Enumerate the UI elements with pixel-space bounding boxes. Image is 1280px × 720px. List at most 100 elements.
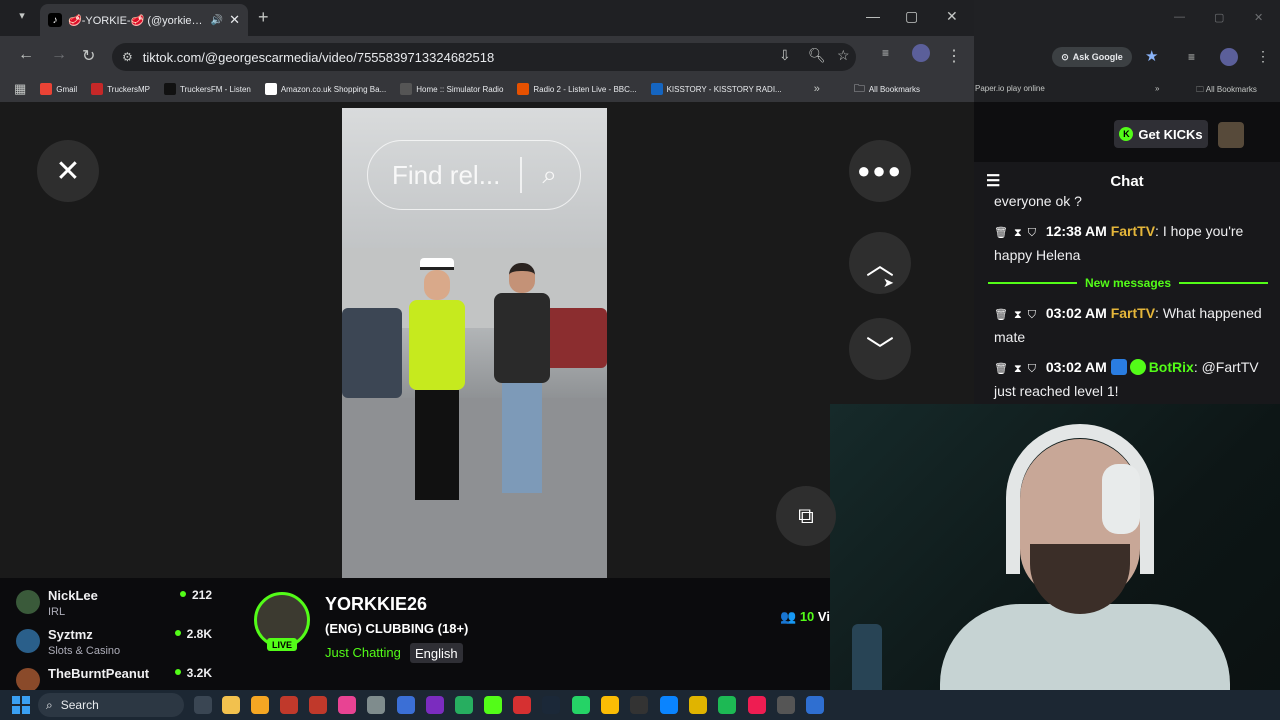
delete-icon[interactable]: 🗑 <box>994 363 1008 375</box>
bookmark-radio2[interactable]: Radio 2 - Listen Live - BBC... <box>517 83 637 95</box>
ban-icon[interactable]: ⛉ <box>1028 363 1036 375</box>
sidebar-channel[interactable]: Syztmz Slots & Casino 2.8K <box>16 627 216 665</box>
app-icon[interactable] <box>280 696 298 714</box>
sidebar-channel[interactable]: NickLee IRL 212 <box>16 588 216 626</box>
app-icon[interactable] <box>630 696 648 714</box>
site-info-icon[interactable]: ⚙ <box>122 50 133 64</box>
amazon-icon <box>264 83 277 95</box>
chat-message: 🗑 ⧗ ⛉ 03:02 AM FartTV: What happened mate <box>994 305 1262 345</box>
app-icon[interactable] <box>689 696 707 714</box>
next-video-button[interactable]: ﹀ <box>849 318 911 380</box>
message-username[interactable]: BotRix <box>1149 359 1194 375</box>
channel-title-name[interactable]: YORKKIE26 <box>325 594 427 615</box>
close-window-icon[interactable]: ✕ <box>946 8 958 25</box>
sidebar-channel[interactable]: TheBurntPeanut 3.2K <box>16 666 216 690</box>
app-icon[interactable] <box>309 696 327 714</box>
tiktok-icon[interactable] <box>748 696 766 714</box>
bookmark-gmail[interactable]: Gmail <box>40 83 77 95</box>
more-options-button[interactable]: ●●● <box>849 140 911 202</box>
browser-menu-icon[interactable]: ⋮ <box>946 46 962 66</box>
tab-strip: ▾ ♪ 🥩-YORKIE-🥩 (@yorkie32340) | TikTok 🔊… <box>0 0 974 36</box>
delete-icon[interactable]: 🗑 <box>994 227 1008 239</box>
apps-grid-icon[interactable]: ▦ <box>14 81 26 97</box>
install-app-icon[interactable]: ⇩ <box>779 47 791 64</box>
channel-avatar <box>16 590 40 614</box>
bookmark-amazon[interactable]: Amazon.co.uk Shopping Ba... <box>264 83 386 95</box>
bg-bookmark-star-icon[interactable]: ★ <box>1145 47 1158 65</box>
tab-close-icon[interactable]: ✕ <box>229 12 240 28</box>
forward-icon[interactable]: → <box>51 46 67 64</box>
collapse-chat-icon[interactable]: ☰ <box>986 171 1000 191</box>
bg-profile-icon[interactable] <box>1220 48 1238 66</box>
windows-start-icon[interactable] <box>12 696 30 714</box>
app-icon[interactable] <box>338 696 356 714</box>
back-icon[interactable]: ← <box>18 46 34 64</box>
bookmark-kisstory[interactable]: KISSTORY - KISSTORY RADI... <box>650 83 782 95</box>
tab-search-icon[interactable]: ▾ <box>12 9 32 27</box>
bg-menu-icon[interactable]: ⋮ <box>1256 48 1270 65</box>
taskbar-search[interactable]: ⌕ Search <box>38 693 184 717</box>
find-related-search[interactable]: Find rel... ⌕ <box>367 140 581 210</box>
video-player[interactable]: Find rel... ⌕ <box>342 108 607 578</box>
bg-maximize-icon[interactable]: ▢ <box>1214 11 1224 24</box>
bg-media-icon[interactable]: ≡ <box>1188 50 1195 64</box>
address-bar[interactable]: ⚙ tiktok.com/@georgescarmedia/video/7555… <box>112 43 856 71</box>
maximize-icon[interactable]: ▢ <box>905 8 918 25</box>
task-view-icon[interactable] <box>194 696 212 714</box>
bookmarks-overflow-icon[interactable]: » <box>814 83 820 95</box>
bg-close-icon[interactable]: ✕ <box>1254 11 1263 24</box>
close-video-button[interactable]: ✕ <box>37 140 99 202</box>
gmail-icon <box>40 83 53 95</box>
ask-google-button[interactable]: ⊙ Ask Google <box>1052 47 1132 67</box>
previous-video-button[interactable]: ︿ <box>849 232 911 294</box>
media-controls-icon[interactable]: ≡ <box>882 46 889 60</box>
app-icon[interactable] <box>251 696 269 714</box>
search-icon[interactable]: ⌕ <box>542 159 557 191</box>
app-icon[interactable] <box>397 696 415 714</box>
ban-icon[interactable]: ⛉ <box>1028 309 1036 321</box>
user-avatar[interactable] <box>1218 122 1244 148</box>
bookmark-truckersfm[interactable]: TruckersFM - Listen <box>164 83 251 95</box>
chrome-icon[interactable] <box>601 696 619 714</box>
get-kicks-button[interactable]: K Get KICKs <box>1114 120 1208 148</box>
ban-icon[interactable]: ⛉ <box>1028 227 1036 239</box>
kick-icon[interactable] <box>484 696 502 714</box>
app-icon[interactable] <box>806 696 824 714</box>
bookmark-star-icon[interactable]: ☆ <box>837 47 850 64</box>
bg-all-bookmarks[interactable]: 🗀 All Bookmarks <box>1196 84 1257 98</box>
language-tag[interactable]: English <box>410 643 463 663</box>
all-bookmarks[interactable]: 🗀 All Bookmarks <box>854 80 920 99</box>
message-username[interactable]: FartTV <box>1111 223 1155 239</box>
file-explorer-icon[interactable] <box>222 696 240 714</box>
timeout-icon[interactable]: ⧗ <box>1014 363 1022 375</box>
timeout-icon[interactable]: ⧗ <box>1014 227 1022 239</box>
bg-bookmarks-overflow-icon[interactable]: » <box>1155 84 1159 93</box>
profile-avatar-icon[interactable] <box>912 44 930 67</box>
app-icon[interactable] <box>367 696 385 714</box>
timeout-icon[interactable]: ⧗ <box>1014 309 1022 321</box>
bookmark-truckersmp[interactable]: TruckersMP <box>91 83 150 95</box>
zoom-icon[interactable]: 🔍︎ <box>808 47 826 64</box>
bookmark-paperio[interactable]: Paper.io play online <box>975 84 1045 93</box>
delete-icon[interactable]: 🗑 <box>994 309 1008 321</box>
spotify-icon[interactable] <box>718 696 736 714</box>
minimize-icon[interactable]: — <box>866 8 880 24</box>
edge-icon[interactable] <box>660 696 678 714</box>
stream-category[interactable]: Just Chatting <box>325 645 401 660</box>
steam-icon[interactable] <box>542 696 560 714</box>
new-tab-button[interactable]: + <box>258 7 269 28</box>
app-icon[interactable] <box>513 696 531 714</box>
tab-tiktok[interactable]: ♪ 🥩-YORKIE-🥩 (@yorkie32340) | TikTok 🔊 ✕ <box>40 4 248 36</box>
new-messages-divider[interactable]: New messages <box>988 274 1268 292</box>
speaker-icon[interactable]: 🔊 <box>211 15 223 26</box>
picture-in-picture-button[interactable]: ⧉ <box>776 486 836 546</box>
app-icon[interactable] <box>777 696 795 714</box>
channel-name: Syztmz <box>48 627 93 642</box>
whatsapp-icon[interactable] <box>572 696 590 714</box>
bookmark-simulator-radio[interactable]: Home :: Simulator Radio <box>400 83 503 95</box>
twitch-icon[interactable] <box>426 696 444 714</box>
app-icon[interactable] <box>455 696 473 714</box>
reload-icon[interactable]: ↻ <box>82 46 95 66</box>
bg-minimize-icon[interactable]: — <box>1174 11 1185 23</box>
message-username[interactable]: FartTV <box>1111 305 1155 321</box>
